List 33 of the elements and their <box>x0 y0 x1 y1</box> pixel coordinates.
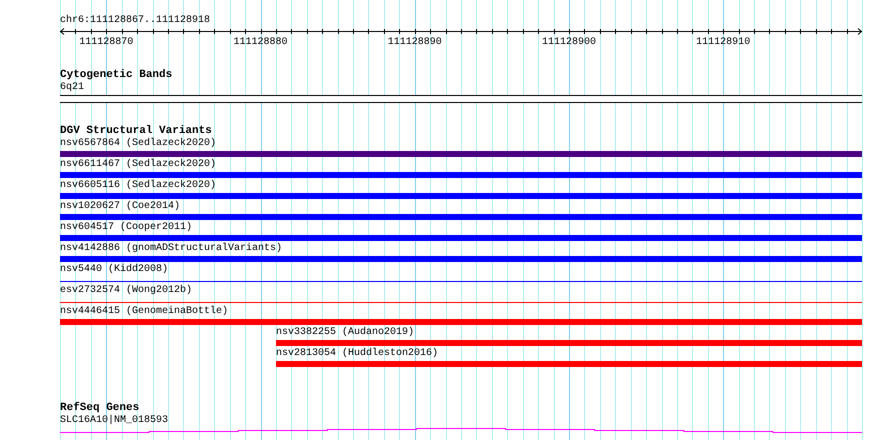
tick-label: 111128900 <box>542 37 596 49</box>
feature-label: nsv4446415 (GenomeinaBottle) <box>60 306 228 318</box>
variant-bar[interactable] <box>60 172 862 178</box>
feature-label: nsv1020627 (Coe2014) <box>60 201 180 213</box>
feature-label: SLC16A10|NM_018593 <box>60 415 168 427</box>
track-title: RefSeq Genes <box>60 402 140 414</box>
tick-label: 111128880 <box>234 37 288 49</box>
variant-bar[interactable] <box>60 151 862 157</box>
feature-label: nsv4142886 (gnomADStructuralVariants) <box>60 243 282 255</box>
feature-label: nsv3382255 (Audano2019) <box>276 327 414 339</box>
track-title: DGV Structural Variants <box>60 125 212 138</box>
track-title: Cytogenetic Bands <box>60 69 172 82</box>
variant-bar[interactable] <box>60 256 862 262</box>
tick-label: 111128890 <box>388 37 442 49</box>
feature-label: nsv6567864 (Sedlazeck2020) <box>60 138 216 150</box>
feature-label: nsv604517 (Cooper2011) <box>60 222 192 234</box>
feature-label: nsv6605116 (Sedlazeck2020) <box>60 180 216 192</box>
variant-bar[interactable] <box>276 340 862 346</box>
variant-bar[interactable] <box>60 319 862 325</box>
tick-label: 111128870 <box>79 37 134 49</box>
feature-label: nsv5440 (Kidd2008) <box>60 264 168 276</box>
variant-line[interactable] <box>60 302 862 303</box>
variant-bar[interactable] <box>60 235 862 241</box>
location-label: chr6:111128867..111128918 <box>60 15 210 27</box>
feature-label: 6q21 <box>60 82 84 94</box>
variant-bar[interactable] <box>276 361 862 367</box>
feature-label: nsv6611467 (Sedlazeck2020) <box>60 159 216 171</box>
variant-line[interactable] <box>60 281 862 282</box>
feature-label: nsv2813054 (Huddleston2016) <box>276 348 438 360</box>
variant-bar[interactable] <box>60 193 862 199</box>
variant-bar[interactable] <box>60 214 862 220</box>
feature-label: esv2732574 (Wong2012b) <box>60 285 192 297</box>
tick-label: 111128910 <box>696 37 750 49</box>
